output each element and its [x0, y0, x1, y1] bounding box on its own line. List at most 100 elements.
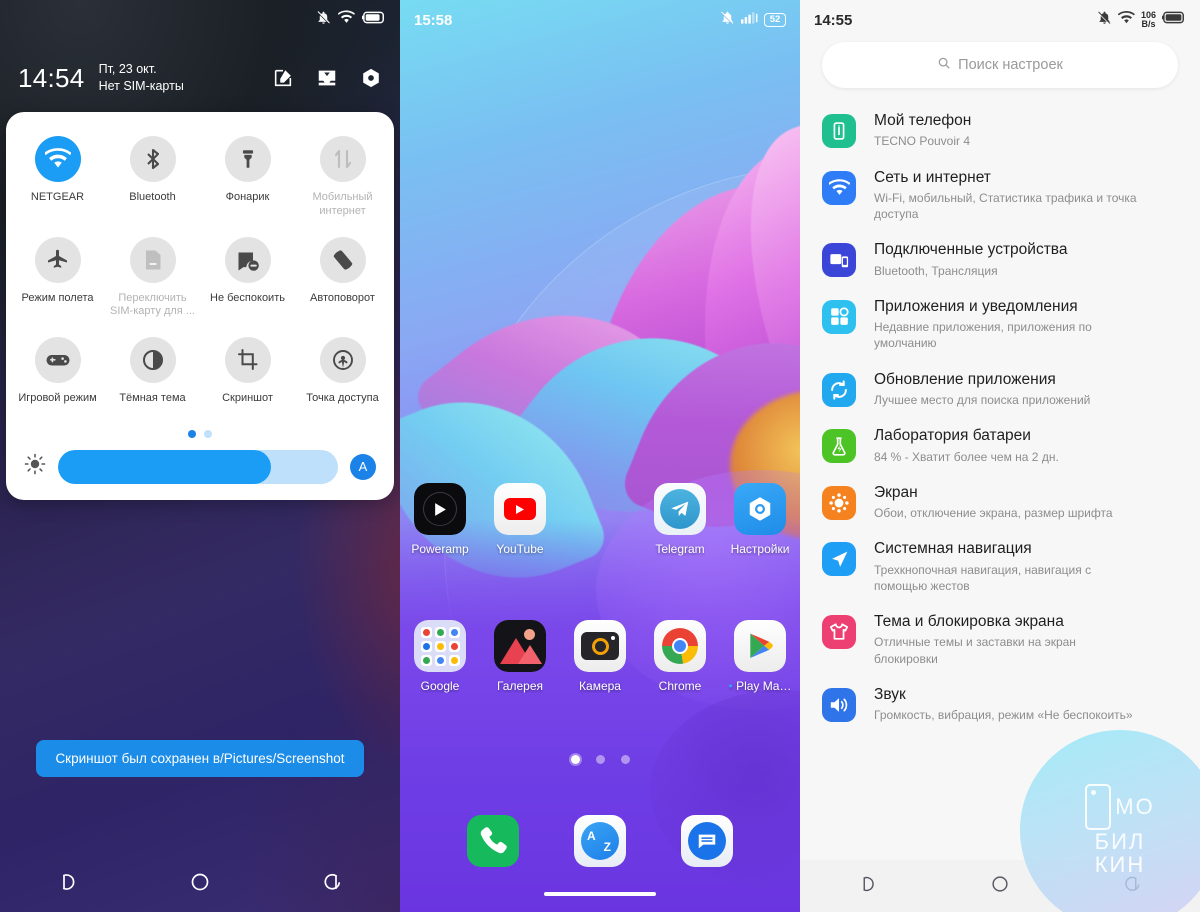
quick-tile[interactable]: Переключить SIM-карту для ... [105, 231, 200, 330]
gamepad-icon[interactable] [34, 337, 81, 383]
auto-rotate-icon[interactable] [319, 236, 366, 283]
quick-tile[interactable]: Режим полета [10, 231, 105, 330]
home-page-dot[interactable] [595, 755, 605, 764]
sim-card-icon[interactable] [129, 236, 176, 283]
quick-tile[interactable]: Фонарик [200, 130, 295, 229]
back-icon[interactable] [856, 873, 878, 900]
do-not-disturb-icon[interactable] [224, 236, 271, 283]
quick-settings-header: 14:54 Пт, 23 окт. Нет SIM-карты [0, 44, 400, 112]
quick-tile-label: NETGEAR [30, 191, 85, 203]
app-drawer-icon[interactable]: AZ [573, 815, 626, 867]
phone-icon[interactable] [467, 815, 520, 867]
apps-icon [822, 299, 856, 334]
brightness-slider[interactable] [58, 449, 338, 484]
settings-list-item[interactable]: Мой телефон TECNO Pouvoir 4 [800, 102, 1200, 159]
settings-list-item[interactable]: Тема и блокировка экрана Отличные темы и… [800, 603, 1200, 676]
quick-tile[interactable]: Не беспокоить [200, 231, 295, 330]
app-shortcut[interactable]: Google [400, 620, 480, 693]
settings-list-item[interactable]: Сеть и интернет Wi-Fi, мобильный, Статис… [800, 159, 1200, 232]
app-shortcut[interactable]: Chrome [640, 620, 720, 693]
settings-item-title: Экран [874, 483, 918, 501]
update-badge: • [728, 679, 733, 693]
app-shortcut[interactable]: • Play Ma… [720, 620, 800, 693]
quick-tile[interactable]: Игровой режим [10, 331, 105, 416]
bluetooth-icon[interactable] [129, 136, 176, 182]
settings-item-title: Мой телефон [874, 112, 972, 129]
settings-item-title: Системная навигация [874, 540, 1032, 558]
quick-tile[interactable]: Bluetooth [105, 130, 200, 229]
settings-item-subtitle: Отличные темы и заставки на экран блокир… [874, 635, 1076, 666]
quick-tile[interactable]: Мобильный интернет [295, 130, 390, 229]
settings-item-subtitle: Обои, отключение экрана, размер шрифта [874, 506, 1113, 521]
dark-theme-icon[interactable] [129, 337, 176, 383]
connected-devices-icon [822, 243, 856, 278]
quick-tile[interactable]: Точка доступа [295, 331, 390, 416]
home-slot-empty [560, 483, 640, 556]
settings-icon[interactable] [734, 483, 786, 535]
app-shortcut[interactable]: Галерея [480, 620, 560, 693]
google-folder-icon[interactable] [414, 620, 466, 672]
settings-gear-icon[interactable] [360, 67, 382, 89]
home-page-dot[interactable] [570, 755, 580, 764]
camera-icon[interactable] [574, 620, 626, 672]
page-dot[interactable] [204, 429, 212, 438]
back-icon[interactable] [55, 870, 79, 894]
screenshot-icon[interactable] [224, 337, 271, 383]
recents-icon[interactable] [1122, 873, 1144, 900]
settings-list-item[interactable]: Обновление приложения Лучшее место для п… [800, 361, 1200, 418]
gesture-home-bar[interactable] [544, 892, 656, 896]
notifications-off-icon [316, 10, 331, 30]
telegram-icon[interactable] [654, 483, 706, 535]
quick-tile-label: Не беспокоить [210, 291, 285, 304]
settings-list-item[interactable]: Подключенные устройства Bluetooth, Транс… [800, 231, 1200, 288]
phone-outline-icon [1085, 783, 1112, 830]
app-shortcut[interactable]: Настройки [720, 483, 800, 556]
quick-tile[interactable]: Скриншот [200, 331, 295, 416]
page-dot[interactable] [188, 429, 196, 438]
quick-tile[interactable]: NETGEAR [10, 130, 105, 229]
wifi-icon[interactable] [34, 136, 81, 182]
quick-tile-label: Bluetooth [129, 191, 176, 203]
settings-list-item[interactable]: Системная навигация Трехкнопочная навига… [800, 530, 1200, 603]
youtube-icon[interactable] [494, 483, 546, 535]
quick-tile[interactable]: Тёмная тема [105, 331, 200, 416]
messages-icon[interactable] [680, 815, 733, 867]
app-shortcut[interactable]: YouTube [480, 483, 560, 556]
quick-settings-panel: NETGEAR Bluetooth Фонарик Мобильный инте… [6, 112, 394, 500]
three-phone-screenshots: 14:54 Пт, 23 окт. Нет SIM-карты NETGEAR … [0, 0, 1200, 912]
wifi-icon [337, 10, 355, 30]
poweramp-icon[interactable] [414, 483, 466, 535]
chrome-icon[interactable] [654, 620, 706, 672]
edit-icon[interactable] [272, 67, 294, 89]
play-store-icon[interactable] [734, 620, 786, 672]
app-shortcut[interactable]: Telegram [640, 483, 720, 556]
hotspot-icon[interactable] [319, 337, 366, 383]
settings-item-title: Тема и блокировка экрана [874, 613, 1064, 631]
app-shortcut[interactable]: Poweramp [400, 483, 480, 556]
flashlight-icon[interactable] [224, 136, 271, 182]
app-shortcut[interactable]: Камера [560, 620, 640, 693]
settings-list-item[interactable]: Лаборатория батареи 84 % - Хватит более … [800, 417, 1200, 474]
mobile-data-icon[interactable] [319, 136, 366, 182]
quick-tile-label: Автоповорот [310, 291, 375, 304]
watermark-line-1: МО [1115, 794, 1155, 820]
navigation-bar [0, 852, 400, 912]
home-screen: 15:58 52 Poweramp YouTube Telegram Настройк… [400, 0, 800, 912]
home-icon[interactable] [989, 873, 1011, 900]
settings-list-item[interactable]: Приложения и уведомления Недавние прилож… [800, 288, 1200, 361]
app-label: • Play Ma… [728, 679, 792, 693]
settings-item-subtitle: Bluetooth, Трансляция [874, 263, 998, 278]
app-label: Google [420, 679, 460, 693]
inbox-icon[interactable] [316, 67, 338, 89]
settings-list-item[interactable]: Звук Громкость, вибрация, режим «Не бесп… [800, 676, 1200, 733]
notifications-off-icon [1097, 10, 1112, 30]
recents-icon[interactable] [321, 870, 345, 894]
home-icon[interactable] [188, 870, 212, 894]
auto-brightness-button[interactable]: A [350, 453, 376, 480]
quick-tile[interactable]: Автоповорот [295, 231, 390, 330]
airplane-icon[interactable] [34, 236, 81, 283]
home-page-dot[interactable] [620, 755, 630, 764]
search-input[interactable]: Поиск настроек [822, 42, 1178, 88]
settings-list-item[interactable]: Экран Обои, отключение экрана, размер шр… [800, 474, 1200, 531]
gallery-icon[interactable] [494, 620, 546, 672]
